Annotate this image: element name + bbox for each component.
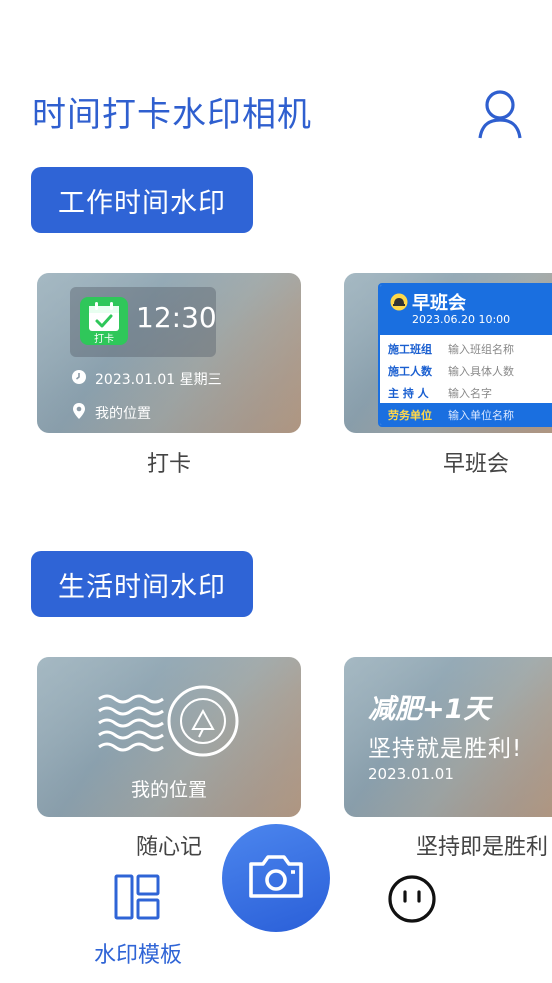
template-grid-icon[interactable] <box>113 873 163 921</box>
meeting-row-highlight: 劳务单位 输入单位名称 <box>380 403 552 425</box>
user-icon[interactable] <box>476 88 524 140</box>
meeting-row-key: 劳务单位 <box>388 409 432 422</box>
checkin-location: 我的位置 <box>95 406 151 422</box>
meeting-row-value: 输入具体人数 <box>448 365 514 378</box>
meeting-header: 早班会 2023.06.20 10:00 <box>380 285 552 335</box>
work-watermark-button[interactable]: 工作时间水印 <box>31 167 253 233</box>
meeting-info-panel: 早班会 2023.06.20 10:00 施工班组 输入班组名称 施工人数 输入… <box>378 283 552 427</box>
morning-meeting-card-label: 早班会 <box>442 452 509 477</box>
persist-card-label: 坚持即是胜利 <box>415 835 548 860</box>
camera-icon <box>245 852 307 904</box>
meeting-row-value: 输入班组名称 <box>448 343 514 356</box>
morning-meeting-template-card[interactable]: 早班会 2023.06.20 10:00 施工班组 输入班组名称 施工人数 输入… <box>344 273 552 433</box>
meeting-row-key: 施工班组 <box>388 343 432 356</box>
location-pin-icon <box>71 402 87 420</box>
app-title: 时间打卡水印相机 <box>32 95 312 135</box>
smile-face-icon[interactable] <box>387 874 437 924</box>
meeting-row-key: 施工人数 <box>388 365 432 378</box>
checkin-card-label: 打卡 <box>146 452 191 477</box>
meeting-row-value: 输入名字 <box>448 387 492 400</box>
persist-headline: 减肥+1天 <box>368 694 491 725</box>
journal-template-card[interactable]: 我的位置 <box>37 657 301 817</box>
helmet-icon <box>390 293 408 311</box>
nav-templates-label[interactable]: 水印模板 <box>78 937 198 969</box>
meeting-row: 施工班组 输入班组名称 <box>380 337 552 359</box>
postmark-stamp-icon <box>95 683 245 759</box>
meeting-row: 施工人数 输入具体人数 <box>380 359 552 381</box>
journal-location: 我的位置 <box>130 779 207 801</box>
calendar-check-icon: 打卡 <box>80 297 128 345</box>
camera-button[interactable] <box>222 824 330 932</box>
meeting-title: 早班会 <box>412 293 466 314</box>
checkin-time-box: 打卡 12:30 <box>70 287 217 357</box>
checkin-badge-text: 打卡 <box>94 334 114 345</box>
life-watermark-button[interactable]: 生活时间水印 <box>31 551 253 617</box>
meeting-row-key: 主 持 人 <box>388 387 429 400</box>
persist-date: 2023.01.01 <box>368 765 454 783</box>
checkin-date: 2023.01.01 星期三 <box>95 372 222 388</box>
meeting-row: 主 持 人 输入名字 <box>380 381 552 403</box>
persist-slogan: 坚持就是胜利! <box>368 736 523 762</box>
checkin-time: 12:30 <box>136 301 217 334</box>
meeting-row-value: 输入单位名称 <box>448 409 514 422</box>
checkin-template-card[interactable]: 打卡 12:30 2023.01.01 星期三 我的位置 <box>37 273 301 433</box>
clock-icon <box>71 369 87 385</box>
persist-template-card[interactable]: 减肥+1天 坚持就是胜利! 2023.01.01 <box>344 657 552 817</box>
meeting-datetime: 2023.06.20 10:00 <box>412 313 511 326</box>
